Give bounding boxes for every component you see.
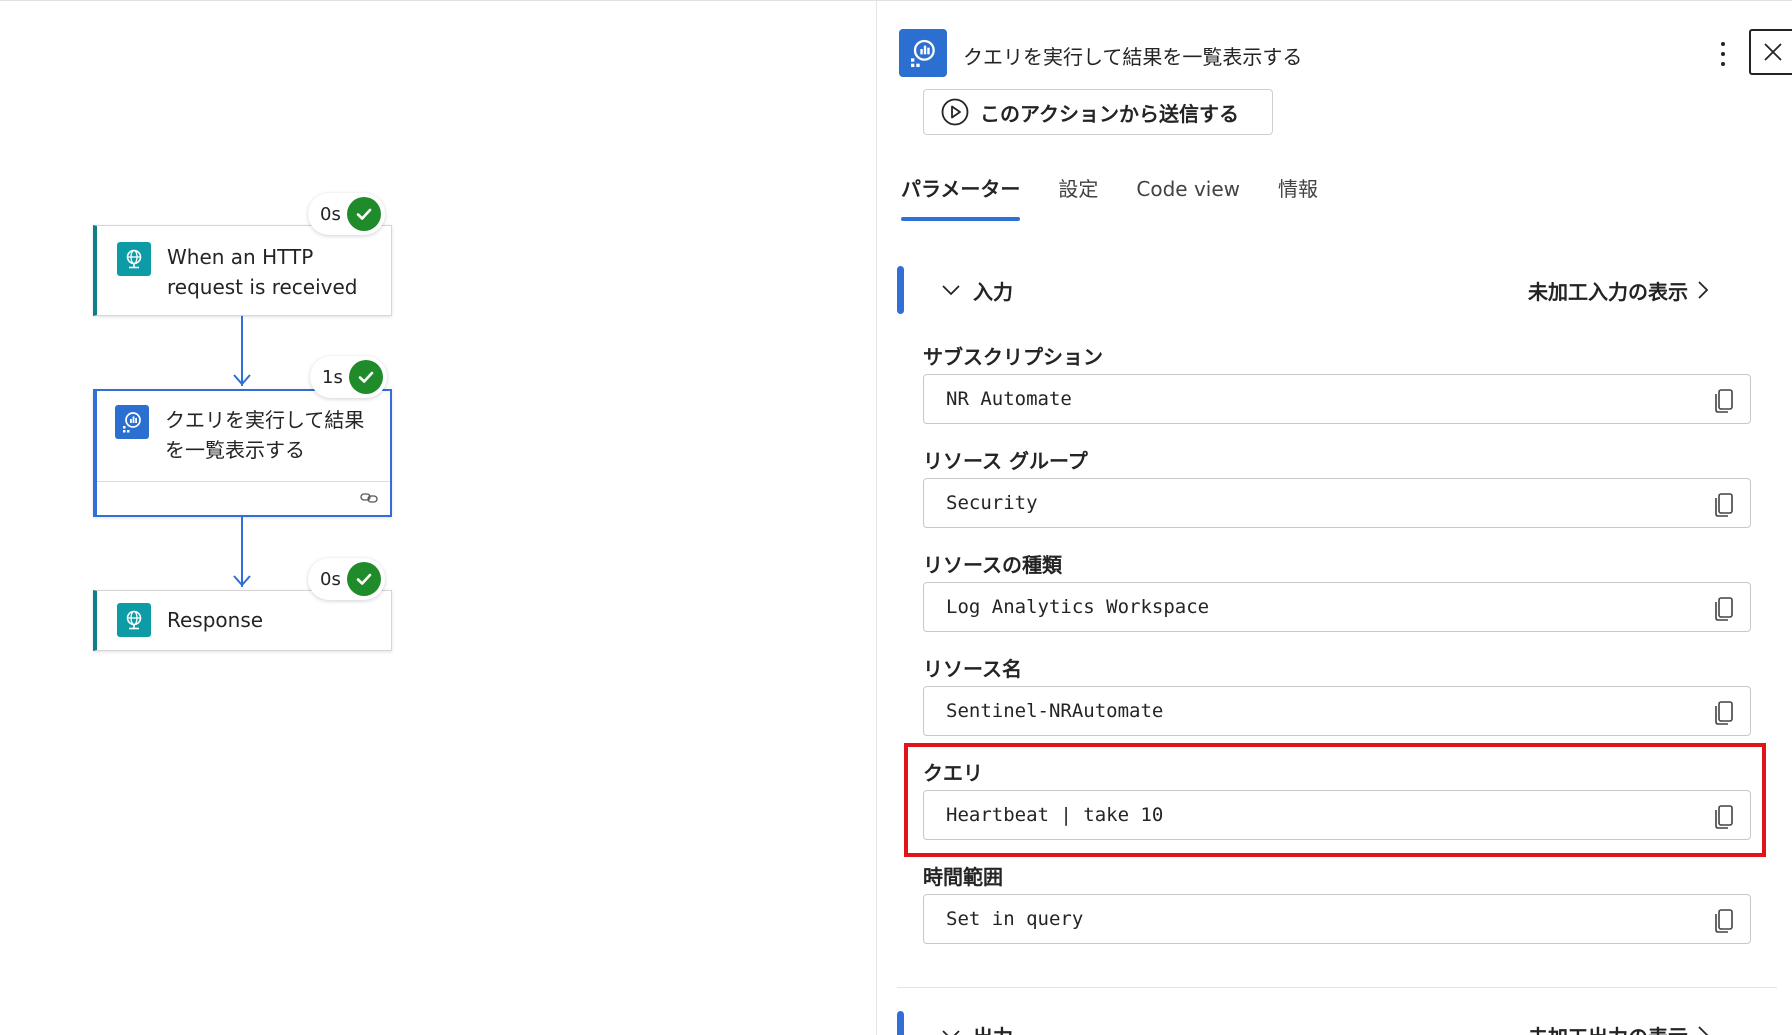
run-from-this-action-label: このアクションから送信する — [980, 101, 1239, 126]
section-accent-bar — [897, 1011, 904, 1035]
chevron-down-icon[interactable] — [939, 1023, 963, 1035]
field-label-resource-name: リソース名 — [923, 657, 1022, 681]
duration-label: 1s — [322, 366, 343, 388]
field-value: Set in query — [946, 908, 1084, 930]
copy-icon[interactable] — [1712, 594, 1738, 622]
field-value: Sentinel-NRAutomate — [946, 700, 1164, 722]
node-title: クエリを実行して結果を一覧表示する — [165, 408, 365, 462]
section-separator — [897, 987, 1777, 988]
run-from-this-action-button[interactable]: このアクションから送信する — [923, 89, 1273, 135]
run-status-badge: 1s — [310, 356, 387, 398]
action-details-panel: クエリを実行して結果を一覧表示する このアクションから送信する パラメーター 設… — [877, 1, 1792, 1035]
trigger-node-http-request[interactable]: When an HTTP request is received — [93, 225, 392, 316]
input-section-title: 入力 — [973, 280, 1013, 304]
play-circle-icon — [941, 98, 969, 126]
panel-title: クエリを実行して結果を一覧表示する — [963, 45, 1303, 69]
field-label-resource-type: リソースの種類 — [923, 553, 1062, 577]
chevron-right-icon[interactable] — [1696, 280, 1710, 300]
close-icon — [1764, 43, 1782, 61]
close-panel-button[interactable] — [1749, 29, 1792, 75]
copy-icon[interactable] — [1712, 698, 1738, 726]
duration-label: 0s — [320, 568, 341, 590]
tab-settings[interactable]: 設定 — [1058, 171, 1098, 221]
field-value: Security — [946, 492, 1038, 514]
field-time-range[interactable]: Set in query — [923, 894, 1751, 944]
connector-arrow-icon — [233, 575, 251, 587]
node-title: Response — [167, 608, 264, 632]
tab-code-view[interactable]: Code view — [1136, 171, 1240, 221]
more-options-button[interactable] — [1713, 39, 1733, 69]
field-label-time-range: 時間範囲 — [923, 865, 1003, 889]
copy-icon[interactable] — [1712, 906, 1738, 934]
globe-icon — [117, 242, 151, 276]
log-analytics-icon — [899, 29, 947, 77]
more-dots-icon — [1721, 52, 1725, 56]
output-section-title: 出力 — [973, 1021, 1013, 1035]
more-dots-icon — [1721, 62, 1725, 66]
field-label-subscription: サブスクリプション — [923, 345, 1103, 369]
section-accent-bar — [897, 266, 904, 314]
query-highlight-box — [904, 743, 1766, 857]
chevron-right-icon[interactable] — [1696, 1025, 1710, 1035]
copy-icon[interactable] — [1712, 490, 1738, 518]
run-status-badge: 0s — [308, 193, 385, 235]
input-section-header[interactable]: 入力 未加工入力の表示 — [877, 266, 1792, 314]
node-title: When an HTTP request is received — [167, 245, 358, 299]
run-status-badge: 0s — [308, 558, 385, 600]
success-check-icon — [346, 197, 381, 231]
tab-about[interactable]: 情報 — [1278, 171, 1318, 221]
connector-arrow-icon — [233, 374, 251, 386]
field-resource-name[interactable]: Sentinel-NRAutomate — [923, 686, 1751, 736]
log-analytics-icon — [115, 405, 149, 439]
field-subscription[interactable]: NR Automate — [923, 374, 1751, 424]
success-check-icon — [346, 562, 381, 596]
copy-icon[interactable] — [1712, 386, 1738, 414]
field-resource-type[interactable]: Log Analytics Workspace — [923, 582, 1751, 632]
field-label-resource-group: リソース グループ — [923, 449, 1088, 473]
flow-canvas[interactable]: When an HTTP request is received 0s クエリを… — [0, 1, 876, 1035]
show-raw-outputs-link[interactable]: 未加工出力の表示 — [1528, 1021, 1688, 1035]
link-icon — [360, 493, 378, 503]
tab-parameters[interactable]: パラメーター — [901, 171, 1021, 221]
action-node-run-query[interactable]: クエリを実行して結果を一覧表示する — [93, 389, 392, 517]
field-resource-group[interactable]: Security — [923, 478, 1751, 528]
node-divider — [97, 481, 390, 482]
app-root: When an HTTP request is received 0s クエリを… — [0, 0, 1792, 1035]
show-raw-inputs-link[interactable]: 未加工入力の表示 — [1528, 276, 1688, 305]
chevron-down-icon[interactable] — [939, 278, 963, 302]
output-section-header[interactable]: 出力 未加工出力の表示 — [877, 1011, 1792, 1035]
field-value: Log Analytics Workspace — [946, 596, 1210, 618]
panel-tabs: パラメーター 設定 Code view 情報 — [901, 171, 1356, 221]
more-dots-icon — [1721, 42, 1725, 46]
success-check-icon — [348, 360, 383, 394]
globe-icon — [117, 603, 151, 637]
field-value: NR Automate — [946, 388, 1072, 410]
duration-label: 0s — [320, 203, 341, 225]
